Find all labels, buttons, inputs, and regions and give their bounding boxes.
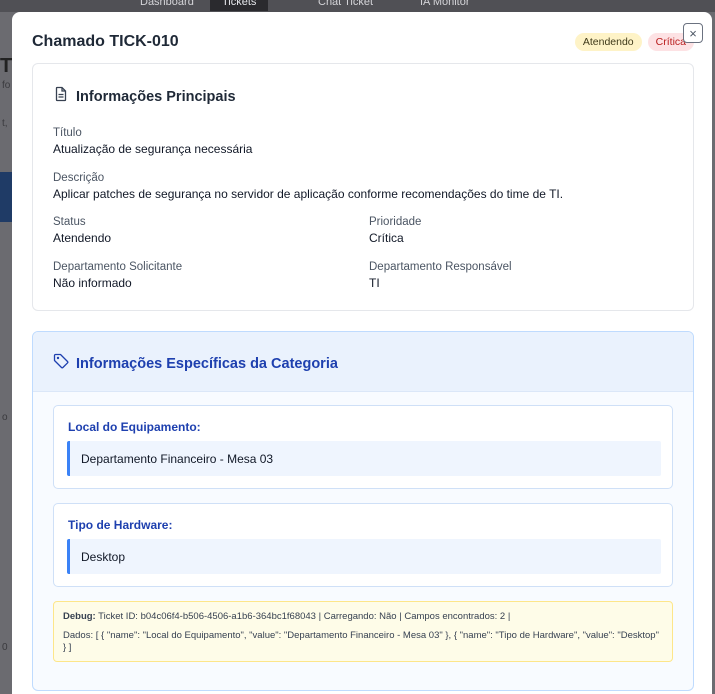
field-title-label: Título <box>53 127 82 139</box>
field-responsible-department: Departamento Responsável TI <box>369 261 512 290</box>
field-priority-value: Crítica <box>369 231 404 245</box>
spec-field-card: Local do Equipamento: Departamento Finan… <box>53 405 673 489</box>
category-info-header-inner: Informações Específicas da Categoria <box>53 353 338 374</box>
main-info-header: Informações Principais <box>53 86 236 107</box>
field-requesting-department: Departamento Solicitante Não informado <box>53 261 182 290</box>
field-priority-label: Prioridade <box>369 216 422 228</box>
background-tab-dashboard: Dashboard <box>140 0 194 8</box>
close-button[interactable]: × <box>683 23 703 43</box>
main-info-card: Informações Principais Título Atualizaçã… <box>32 63 694 311</box>
background-snippet: o <box>2 412 8 423</box>
field-description-label: Descrição <box>53 172 105 184</box>
field-title-value: Atualização de segurança necessária <box>53 142 253 156</box>
status-badge: Atendendo <box>574 33 642 51</box>
debug-panel: Debug: Ticket ID: b04c06f4-b506-4506-a1b… <box>53 601 673 662</box>
document-icon <box>53 86 69 107</box>
background-snippet: fo <box>2 80 11 91</box>
field-title: Título Atualização de segurança necessár… <box>53 127 252 156</box>
badge-group: Atendendo Crítica <box>574 33 694 51</box>
background-snippet: 0 <box>2 642 8 653</box>
spec-field-label: Tipo de Hardware: <box>68 518 173 532</box>
field-status-value: Atendendo <box>53 231 112 245</box>
category-info-heading: Informações Específicas da Categoria <box>76 355 338 372</box>
close-icon: × <box>689 25 697 41</box>
field-responsible-department-value: TI <box>369 276 380 290</box>
spec-field-label: Local do Equipamento: <box>68 420 201 434</box>
field-status: Status Atendendo <box>53 216 111 245</box>
main-info-heading: Informações Principais <box>76 88 236 105</box>
modal-title: Chamado TICK-010 <box>32 33 179 50</box>
field-description: Descrição Aplicar patches de segurança n… <box>53 172 563 201</box>
spec-field-card: Tipo de Hardware: Desktop <box>53 503 673 587</box>
debug-info: Ticket ID: b04c06f4-b506-4506-a1b6-364bc… <box>95 611 511 622</box>
modal-header: Chamado TICK-010 Atendendo Crítica <box>32 32 694 52</box>
tag-icon <box>53 353 69 374</box>
background-title-letter: T <box>0 55 13 77</box>
debug-label: Debug: <box>63 611 96 622</box>
field-priority: Prioridade Crítica <box>369 216 421 245</box>
ticket-detail-modal: Chamado TICK-010 Atendendo Crítica Infor… <box>12 12 712 694</box>
spec-field-value: Desktop <box>67 539 661 574</box>
category-info-card: Informações Específicas da Categoria Loc… <box>32 331 694 691</box>
background-tab-chat: Chat Ticket <box>318 0 374 8</box>
category-info-header: Informações Específicas da Categoria <box>33 332 693 392</box>
background-tab-monitor: IA Monitor <box>420 0 470 8</box>
background-snippet: t, <box>2 118 8 129</box>
field-description-value: Aplicar patches de segurança no servidor… <box>53 187 564 201</box>
field-status-label: Status <box>53 216 86 228</box>
debug-line-2: Dados: [ { "name": "Local do Equipamento… <box>63 630 659 653</box>
debug-line-1: Debug: Ticket ID: b04c06f4-b506-4506-a1b… <box>63 611 663 623</box>
spec-field-value: Departamento Financeiro - Mesa 03 <box>67 441 661 476</box>
background-tab-tickets: Tickets <box>210 0 269 11</box>
field-requesting-department-value: Não informado <box>53 276 132 290</box>
field-requesting-department-label: Departamento Solicitante <box>53 261 183 273</box>
background-block <box>0 172 12 222</box>
field-responsible-department-label: Departamento Responsável <box>369 261 512 273</box>
